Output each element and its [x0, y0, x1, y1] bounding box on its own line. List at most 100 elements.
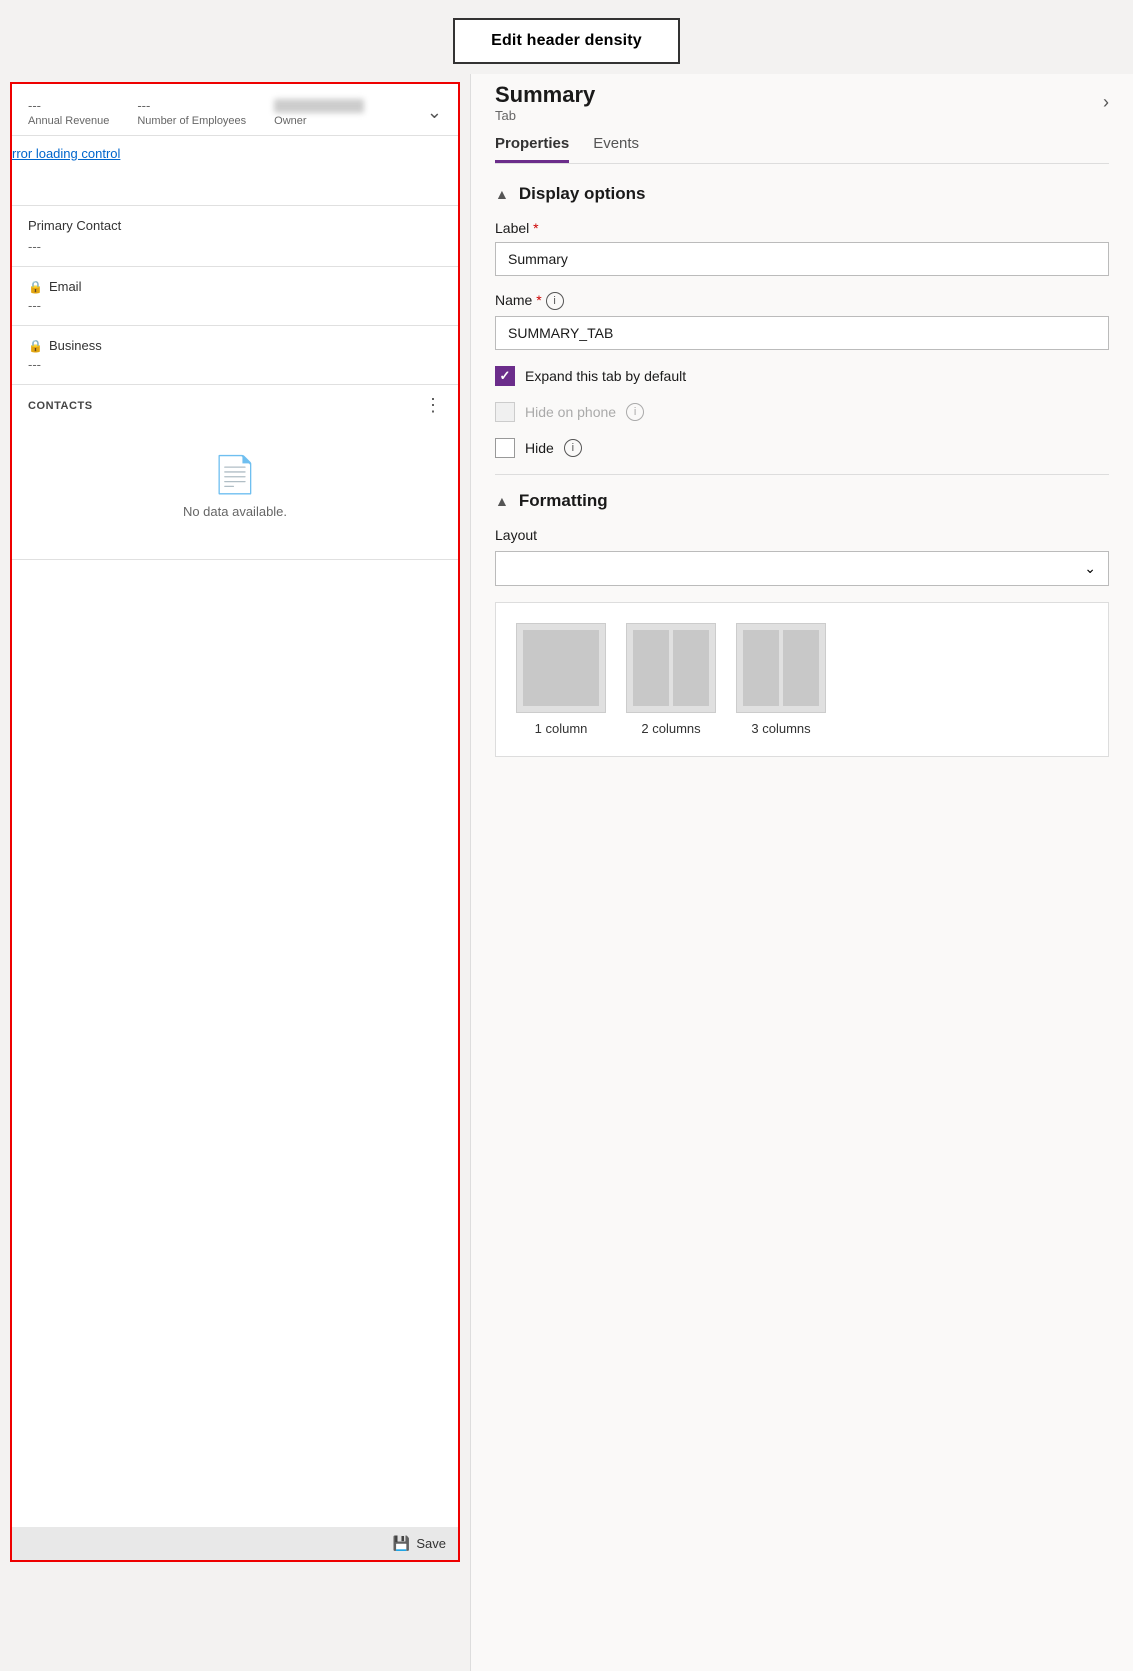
section-divider [495, 474, 1109, 475]
layout-col-single [523, 630, 599, 706]
top-bar: Edit header density [0, 0, 1133, 74]
contacts-title: CONTACTS [28, 400, 93, 412]
layout-col-3-2 [783, 630, 819, 706]
save-label: Save [416, 1536, 446, 1551]
business-section: 🔒 Business --- [12, 326, 458, 385]
name-required-star: * [536, 292, 541, 308]
label-field-label: Label * [495, 220, 1109, 236]
annual-revenue-value: --- [28, 98, 41, 113]
main-area: --- Annual Revenue --- Number of Employe… [0, 74, 1133, 1671]
display-options-title: Display options [519, 184, 646, 204]
email-field-row: 🔒 Email [28, 279, 442, 294]
contacts-no-data-text: No data available. [183, 504, 287, 519]
hide-on-phone-label: Hide on phone [525, 404, 616, 420]
email-section: 🔒 Email --- [12, 267, 458, 326]
tabs-row: Properties Events [495, 127, 1109, 164]
owner-field: Owner [274, 99, 364, 127]
expand-tab-checkbox[interactable] [495, 366, 515, 386]
tab-properties[interactable]: Properties [495, 127, 569, 163]
no-data-document-icon: 📄 [213, 454, 258, 496]
name-text: Name [495, 292, 532, 308]
contacts-no-data-area: 📄 No data available. [28, 424, 442, 549]
save-bar: 💾 Save [12, 1527, 458, 1560]
number-of-employees-value: --- [137, 98, 150, 113]
label-text: Label [495, 220, 529, 236]
hide-on-phone-info-icon[interactable]: i [626, 403, 644, 421]
annual-revenue-field: --- Annual Revenue [28, 98, 109, 127]
header-chevron-down-icon[interactable]: ⌄ [427, 102, 442, 123]
display-options-title-row: ▲ Display options [495, 184, 1109, 204]
layout-option-1col[interactable]: 1 column [516, 623, 606, 736]
layout-thumb-3col [736, 623, 826, 713]
name-info-icon[interactable]: i [546, 292, 564, 310]
formatting-section: ▲ Formatting Layout ⌄ 1 column [495, 491, 1109, 757]
hide-row: Hide i [495, 438, 1109, 458]
number-of-employees-label: Number of Employees [137, 115, 246, 127]
label-field-group: Label * [495, 220, 1109, 292]
panel-title-area: Summary Tab [495, 82, 595, 123]
name-input[interactable] [495, 316, 1109, 350]
save-button[interactable]: 💾 Save [393, 1535, 446, 1552]
email-label: Email [49, 279, 82, 294]
edit-header-density-button[interactable]: Edit header density [453, 18, 680, 64]
hide-on-phone-checkbox [495, 402, 515, 422]
number-of-employees-field: --- Number of Employees [137, 98, 246, 127]
layout-option-3col[interactable]: 3 columns [736, 623, 826, 736]
name-field-group: Name * i [495, 292, 1109, 366]
layout-2col-label: 2 columns [641, 721, 700, 736]
contacts-more-icon[interactable]: ⋮ [424, 395, 442, 416]
tab-events[interactable]: Events [593, 127, 639, 163]
email-value: --- [28, 298, 442, 313]
error-loading-control[interactable]: rror loading control [12, 136, 458, 206]
layout-label: Layout [495, 527, 1109, 543]
name-field-label: Name * i [495, 292, 1109, 310]
contacts-header: CONTACTS ⋮ [28, 395, 442, 416]
panel-title: Summary [495, 82, 595, 108]
formatting-title-row: ▲ Formatting [495, 491, 1109, 511]
label-input[interactable] [495, 242, 1109, 276]
owner-label: Owner [274, 115, 364, 127]
label-required-star: * [533, 220, 538, 236]
layout-option-2col[interactable]: 2 columns [626, 623, 716, 736]
hide-on-phone-row: Hide on phone i [495, 402, 1109, 422]
hide-checkbox[interactable] [495, 438, 515, 458]
layout-options: 1 column 2 columns 3 columns [495, 602, 1109, 757]
right-panel: Summary Tab › Properties Events ▲ Displa… [470, 74, 1133, 1671]
left-content: --- Annual Revenue --- Number of Employe… [10, 82, 460, 1562]
layout-col-2 [673, 630, 709, 706]
primary-contact-section: Primary Contact --- [12, 206, 458, 267]
owner-value-blurred [274, 99, 364, 113]
business-lock-icon: 🔒 [28, 339, 43, 353]
formatting-collapse-icon[interactable]: ▲ [495, 493, 509, 509]
display-options-collapse-icon[interactable]: ▲ [495, 186, 509, 202]
layout-thumb-1col [516, 623, 606, 713]
layout-3col-label: 3 columns [751, 721, 810, 736]
business-value: --- [28, 357, 442, 372]
layout-col-1 [633, 630, 669, 706]
error-text: rror loading control [12, 146, 120, 161]
layout-thumb-2col [626, 623, 716, 713]
display-options-section: ▲ Display options Label * Name * i [495, 184, 1109, 458]
left-panel: --- Annual Revenue --- Number of Employe… [0, 74, 470, 1671]
primary-contact-value: --- [28, 239, 442, 254]
layout-col-3-1 [743, 630, 779, 706]
panel-header: Summary Tab › [495, 74, 1109, 127]
primary-contact-label: Primary Contact [28, 218, 442, 233]
layout-dropdown[interactable]: ⌄ [495, 551, 1109, 586]
email-lock-icon: 🔒 [28, 280, 43, 294]
layout-1col-label: 1 column [535, 721, 588, 736]
business-label: Business [49, 338, 102, 353]
layout-dropdown-chevron-icon: ⌄ [1084, 560, 1096, 577]
annual-revenue-label: Annual Revenue [28, 115, 109, 127]
hide-label: Hide [525, 440, 554, 456]
expand-tab-row: Expand this tab by default [495, 366, 1109, 386]
header-row: --- Annual Revenue --- Number of Employe… [12, 84, 458, 136]
contacts-section: CONTACTS ⋮ 📄 No data available. [12, 385, 458, 560]
panel-subtitle: Tab [495, 108, 595, 123]
formatting-title: Formatting [519, 491, 608, 511]
expand-tab-label: Expand this tab by default [525, 368, 686, 384]
business-field-row: 🔒 Business [28, 338, 442, 353]
hide-info-icon[interactable]: i [564, 439, 582, 457]
panel-chevron-right-icon[interactable]: › [1103, 92, 1109, 113]
save-floppy-icon: 💾 [393, 1535, 410, 1552]
